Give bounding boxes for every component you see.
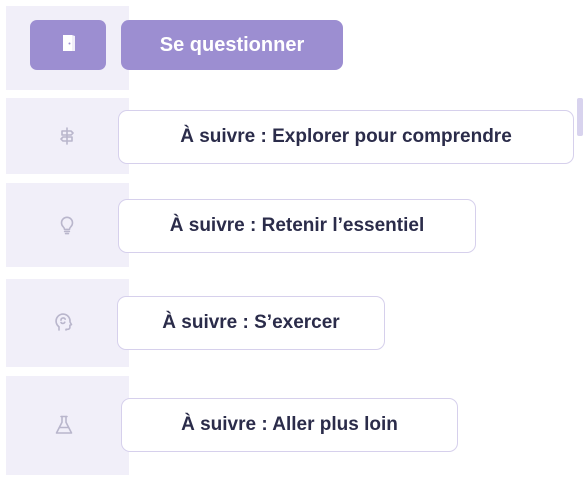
current-step-label: Se questionner [159, 33, 305, 56]
signpost-icon [55, 124, 79, 148]
step-label: À suivre : Explorer pour comprendre [180, 126, 512, 147]
scroll-edge-indicator [577, 98, 583, 136]
brain-head-icon [51, 310, 75, 334]
step-button-explorer[interactable]: À suivre : Explorer pour comprendre [118, 110, 574, 164]
step-button-retenir[interactable]: À suivre : Retenir l’essentiel [118, 199, 476, 253]
current-step-button[interactable]: Se questionner [121, 20, 343, 70]
step-button-exercer[interactable]: À suivre : S’exercer [117, 296, 385, 350]
current-step-icon-tile[interactable] [30, 20, 106, 70]
step-button-aller-plus-loin[interactable]: À suivre : Aller plus loin [121, 398, 458, 452]
step-label: À suivre : S’exercer [162, 312, 340, 333]
step-label: À suivre : Retenir l’essentiel [169, 215, 425, 236]
door-icon [60, 34, 76, 57]
lightbulb-icon [55, 213, 79, 237]
step-label: À suivre : Aller plus loin [181, 414, 398, 435]
flask-icon [52, 413, 76, 437]
